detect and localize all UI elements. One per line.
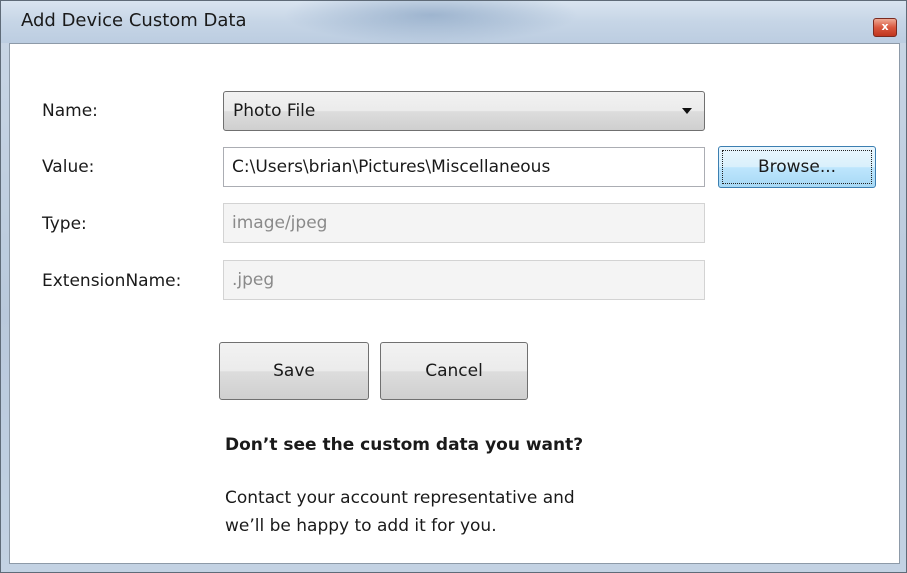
help-text: Contact your account representative and … (225, 484, 685, 540)
window-title: Add Device Custom Data (21, 10, 247, 31)
chevron-down-icon (682, 108, 692, 114)
title-bar[interactable]: Add Device Custom Data x (1, 1, 906, 43)
name-label: Name: (42, 101, 98, 121)
close-button[interactable]: x (873, 18, 897, 37)
dialog-window: Add Device Custom Data x Name: Photo Fil… (0, 0, 907, 573)
value-input[interactable]: C:\Users\brian\Pictures\Miscellaneous (223, 147, 705, 187)
cancel-button-label: Cancel (425, 361, 483, 381)
extension-name-label: ExtensionName: (42, 271, 182, 291)
browse-button[interactable]: Browse... (718, 146, 876, 188)
type-input: image/jpeg (223, 203, 705, 243)
help-text-line: Contact your account representative and (225, 488, 575, 508)
save-button-label: Save (273, 361, 315, 381)
name-dropdown-value: Photo File (233, 101, 316, 121)
save-button[interactable]: Save (219, 342, 369, 400)
extension-name-input: .jpeg (223, 260, 705, 300)
cancel-button[interactable]: Cancel (380, 342, 528, 400)
focus-rectangle (722, 150, 872, 184)
name-dropdown[interactable]: Photo File (223, 91, 705, 131)
close-icon: x (881, 20, 889, 33)
help-text-line: we’ll be happy to add it for you. (225, 516, 497, 536)
type-label: Type: (42, 214, 87, 234)
help-heading: Don’t see the custom data you want? (225, 435, 584, 455)
value-label: Value: (42, 157, 95, 177)
dialog-content: Name: Photo File Value: C:\Users\brian\P… (9, 43, 900, 564)
